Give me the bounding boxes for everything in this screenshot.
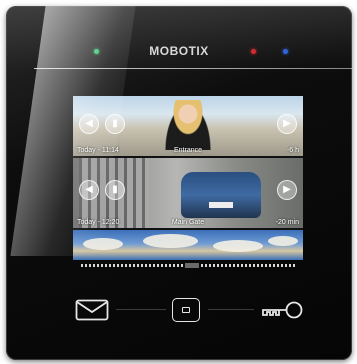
status-led-green [94, 49, 99, 54]
prev-icon[interactable]: ◀ [79, 114, 99, 134]
camera-icon[interactable]: ▮ [105, 114, 125, 134]
door-station-panel: MOBOTIX ◀ ▮ ▶ Today - 11:14 Entrance -6 … [6, 6, 352, 360]
button-separator [208, 309, 254, 310]
play-icon[interactable]: ▶ [277, 114, 297, 134]
glass-sheen [6, 6, 352, 74]
button-separator [116, 309, 166, 310]
play-icon[interactable]: ▶ [277, 180, 297, 200]
brand-logo: MOBOTIX [149, 44, 209, 58]
camera-icon[interactable]: ▮ [105, 180, 125, 200]
home-button[interactable] [169, 296, 203, 324]
key-icon [262, 301, 303, 319]
camera-name-label: Entrance [173, 147, 203, 154]
key-button[interactable] [258, 296, 306, 324]
display-screen: ◀ ▮ ▶ Today - 11:14 Entrance -6 h ◀ ▮ ▶ … [73, 96, 303, 260]
hardware-button-row [6, 288, 352, 328]
visitor-image [163, 100, 213, 150]
square-button-icon [172, 298, 200, 322]
camera-age-label: -6 h [286, 147, 299, 154]
scroll-indicator[interactable] [81, 263, 296, 268]
top-divider [34, 68, 352, 69]
camera-tile-main-gate[interactable]: ◀ ▮ ▶ Today - 12:20 Main Gate -20 min [73, 158, 303, 228]
status-led-blue [283, 49, 288, 54]
status-led-red [251, 49, 256, 54]
scroll-handle[interactable] [185, 263, 199, 268]
camera-tile-entrance[interactable]: ◀ ▮ ▶ Today - 11:14 Entrance -6 h [73, 96, 303, 156]
camera-name-label: Main Gate [171, 219, 205, 226]
mail-button[interactable] [74, 296, 110, 324]
envelope-icon [75, 299, 109, 321]
prev-icon[interactable]: ◀ [79, 180, 99, 200]
car-image [181, 172, 261, 218]
camera-age-label: -20 min [275, 219, 299, 226]
camera-tile-sky[interactable] [73, 230, 303, 260]
